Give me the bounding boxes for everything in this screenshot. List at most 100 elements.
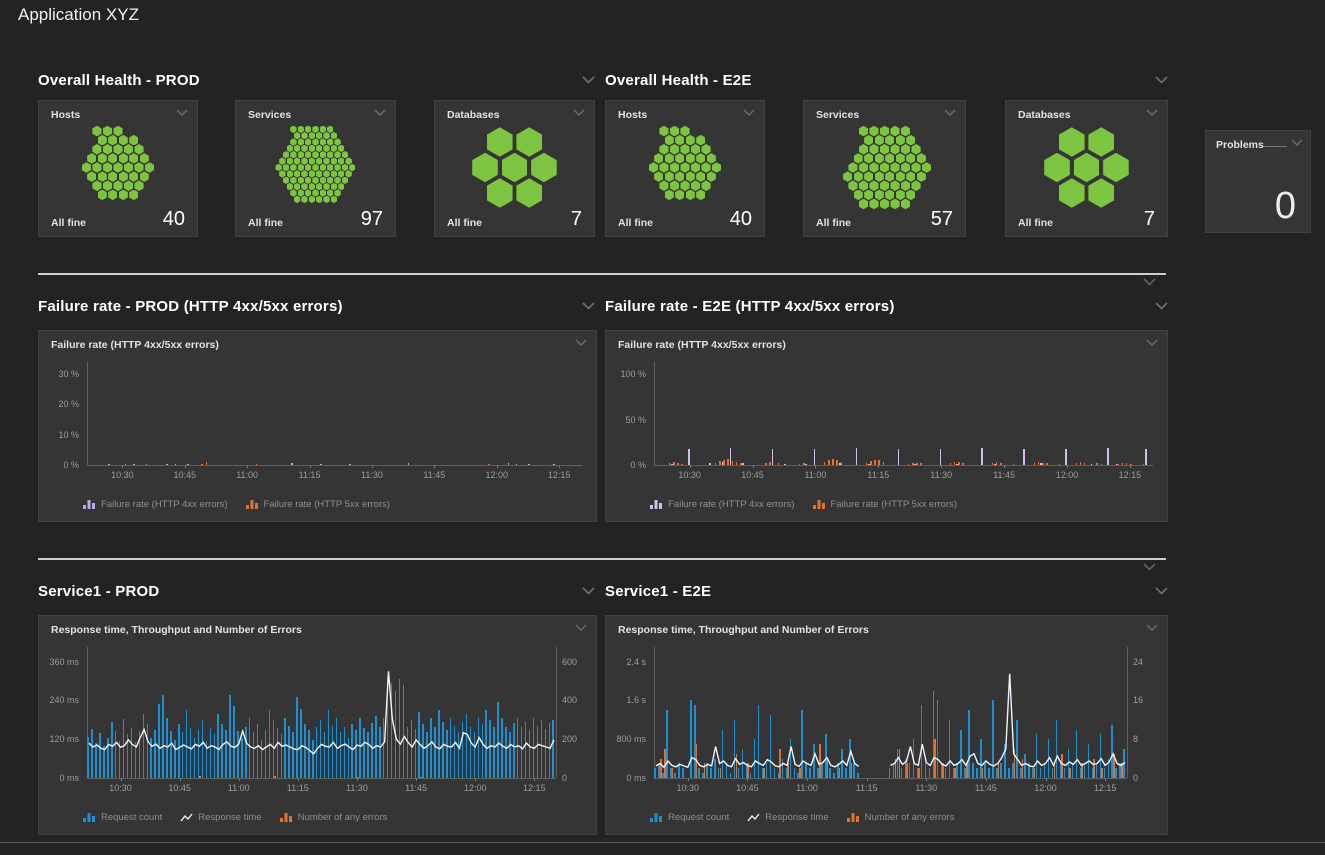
hexagon-ok[interactable] xyxy=(290,138,296,145)
hexagon-ok[interactable] xyxy=(129,153,138,164)
hexagon-ok[interactable] xyxy=(134,162,143,173)
legend-item-bars[interactable]: Number of any errors xyxy=(847,812,955,823)
hexagon-ok[interactable] xyxy=(487,127,513,157)
hexagon-ok[interactable] xyxy=(305,138,311,145)
legend-item-bars[interactable]: Request count xyxy=(650,812,729,823)
chevron-down-icon[interactable] xyxy=(1155,76,1168,84)
hexagon-ok[interactable] xyxy=(327,151,333,158)
hexagon-ok[interactable] xyxy=(305,177,311,184)
hexagon-ok[interactable] xyxy=(327,177,333,184)
hexagon-ok[interactable] xyxy=(316,132,322,139)
hexagon-ok[interactable] xyxy=(691,144,700,155)
hexagon-ok[interactable] xyxy=(922,162,931,173)
hexagon-ok[interactable] xyxy=(859,162,868,173)
hexagon-ok[interactable] xyxy=(98,135,107,146)
hexagon-ok[interactable] xyxy=(880,126,889,137)
hexagon-ok[interactable] xyxy=(516,127,542,157)
hexagon-ok[interactable] xyxy=(98,171,107,182)
hexagon-ok[interactable] xyxy=(906,135,915,146)
hexagon-ok[interactable] xyxy=(531,153,557,183)
hexagon-ok[interactable] xyxy=(896,190,905,201)
hexagon-ok[interactable] xyxy=(312,151,318,158)
hexagon-ok[interactable] xyxy=(108,190,117,201)
hexagon-ok[interactable] xyxy=(342,151,348,158)
failure-rate-prod-chart[interactable]: 30 %20 %10 %0 %10:3010:4511:0011:1511:30… xyxy=(39,357,596,521)
hexagon-ok[interactable] xyxy=(327,138,333,145)
hexagon-ok[interactable] xyxy=(880,199,889,210)
hexagon-ok[interactable] xyxy=(843,171,852,182)
hexagon-ok[interactable] xyxy=(670,180,679,191)
hexagon-ok[interactable] xyxy=(124,162,133,173)
hexagon-ok[interactable] xyxy=(320,138,326,145)
hexagon-ok[interactable] xyxy=(82,162,91,173)
honeycomb-databases[interactable] xyxy=(445,125,584,210)
hexagon-ok[interactable] xyxy=(124,180,133,191)
hexagon-ok[interactable] xyxy=(659,180,668,191)
hexagon-ok[interactable] xyxy=(316,145,322,152)
hexagon-ok[interactable] xyxy=(301,132,307,139)
hexagon-ok[interactable] xyxy=(327,126,333,133)
hexagon-ok[interactable] xyxy=(309,183,315,190)
hexagon-ok[interactable] xyxy=(906,190,915,201)
hexagon-ok[interactable] xyxy=(287,183,293,190)
chevron-down-icon[interactable] xyxy=(1146,624,1158,631)
hexagon-ok[interactable] xyxy=(901,199,910,210)
tile-hosts-e2e[interactable]: Hosts All fine 40 xyxy=(605,100,765,237)
hexagon-ok[interactable] xyxy=(294,132,300,139)
hexagon-ok[interactable] xyxy=(670,126,679,137)
hexagon-ok[interactable] xyxy=(283,177,289,184)
hexagon-ok[interactable] xyxy=(334,177,340,184)
hexagon-ok[interactable] xyxy=(129,135,138,146)
hexagon-ok[interactable] xyxy=(911,162,920,173)
hexagon-ok[interactable] xyxy=(696,135,705,146)
legend-item-line[interactable]: Response time xyxy=(180,812,261,823)
hexagon-ok[interactable] xyxy=(140,153,149,164)
hexagon-ok[interactable] xyxy=(316,157,322,164)
hexagon-ok[interactable] xyxy=(98,153,107,164)
hexagon-ok[interactable] xyxy=(691,162,700,173)
chevron-down-icon[interactable] xyxy=(582,587,595,595)
hexagon-ok[interactable] xyxy=(103,162,112,173)
hexagon-ok[interactable] xyxy=(298,177,304,184)
hexagon-ok[interactable] xyxy=(287,145,293,152)
hexagon-ok[interactable] xyxy=(859,126,868,137)
hexagon-ok[interactable] xyxy=(869,126,878,137)
hexagon-ok[interactable] xyxy=(279,170,285,177)
legend-item-line[interactable]: Response time xyxy=(747,812,828,823)
hexagon-ok[interactable] xyxy=(890,162,899,173)
hexagon-ok[interactable] xyxy=(113,180,122,191)
hexagon-ok[interactable] xyxy=(92,162,101,173)
hexagon-ok[interactable] xyxy=(848,162,857,173)
hexagon-ok[interactable] xyxy=(338,157,344,164)
hexagon-ok[interactable] xyxy=(290,177,296,184)
hexagon-ok[interactable] xyxy=(113,126,122,137)
hexagon-ok[interactable] xyxy=(316,170,322,177)
hexagon-ok[interactable] xyxy=(316,196,322,203)
hexagon-ok[interactable] xyxy=(108,171,117,182)
hexagon-ok[interactable] xyxy=(502,153,528,183)
hexagon-ok[interactable] xyxy=(312,177,318,184)
hexagon-ok[interactable] xyxy=(875,190,884,201)
hexagon-ok[interactable] xyxy=(309,196,315,203)
hexagon-ok[interactable] xyxy=(140,171,149,182)
hexagon-ok[interactable] xyxy=(338,145,344,152)
hexagon-ok[interactable] xyxy=(103,144,112,155)
failure-rate-e2e-chart-tile[interactable]: Failure rate (HTTP 4xx/5xx errors) 100 %… xyxy=(605,330,1168,522)
chevron-down-icon[interactable] xyxy=(573,109,585,116)
service1-prod-chart-tile[interactable]: Response time, Throughput and Number of … xyxy=(38,615,597,835)
hexagon-ok[interactable] xyxy=(119,171,128,182)
hexagon-ok[interactable] xyxy=(1059,127,1085,157)
hexagon-ok[interactable] xyxy=(309,145,315,152)
hexagon-ok[interactable] xyxy=(323,170,329,177)
hexagon-ok[interactable] xyxy=(875,171,884,182)
hexagon-ok[interactable] xyxy=(896,153,905,164)
hexagon-ok[interactable] xyxy=(309,157,315,164)
hexagon-ok[interactable] xyxy=(696,171,705,182)
hexagon-ok[interactable] xyxy=(305,151,311,158)
hexagon-ok[interactable] xyxy=(885,171,894,182)
hexagon-ok[interactable] xyxy=(327,189,333,196)
chevron-down-icon[interactable] xyxy=(1143,563,1156,571)
tile-hosts-prod[interactable]: Hosts All fine 40 xyxy=(38,100,198,237)
hexagon-ok[interactable] xyxy=(1088,127,1114,157)
service1-prod-chart[interactable]: 360 ms240 ms120 ms0 ms600400200010:3010:… xyxy=(39,642,596,834)
